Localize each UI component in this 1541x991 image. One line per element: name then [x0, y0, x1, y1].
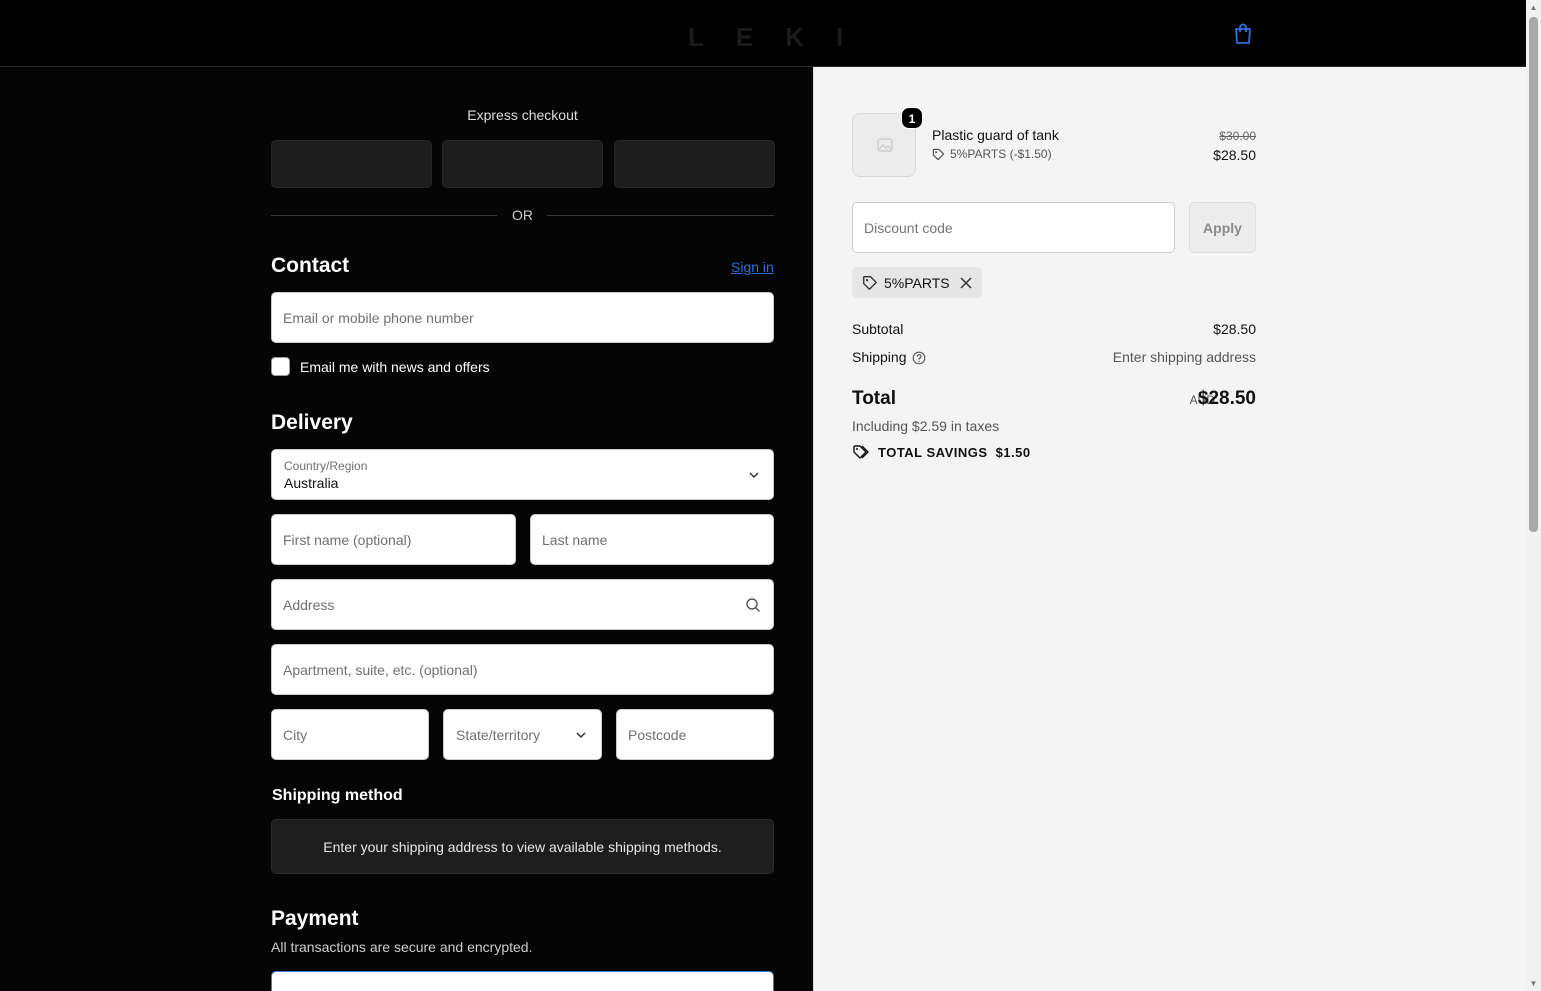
discounted-price: $28.50 [1213, 147, 1256, 163]
close-icon[interactable] [960, 276, 972, 289]
total-value: $28.50 [1197, 388, 1256, 409]
product-name: Plastic guard of tank [932, 127, 1059, 143]
apply-discount-button[interactable]: Apply [1189, 202, 1256, 253]
first-name-field[interactable] [271, 514, 516, 565]
subtotal-row: Subtotal $28.50 [852, 321, 1256, 337]
tag-icon [863, 275, 877, 290]
tag-icon [932, 148, 945, 160]
shipping-row: Shipping Enter shipping address [852, 349, 1256, 365]
divider-line [547, 215, 774, 216]
newsletter-checkbox[interactable] [271, 357, 290, 376]
tags-icon [853, 445, 869, 459]
first-name-input[interactable] [283, 515, 504, 564]
apartment-input[interactable] [283, 645, 762, 694]
original-price: $30.00 [1219, 129, 1256, 143]
discount-code-input[interactable] [864, 203, 1164, 252]
taxes-note: Including $2.59 in taxes [852, 418, 1000, 434]
last-name-field[interactable] [530, 514, 774, 565]
order-summary-panel: 1 Plastic guard of tank 5%PARTS (-$1.50)… [813, 67, 1526, 991]
city-input[interactable] [283, 710, 417, 759]
total-savings-value: $1.50 [995, 444, 1031, 460]
express-pay-button-1[interactable] [271, 140, 432, 188]
applied-discount-code: 5%PARTS [884, 274, 950, 291]
scroll-up-arrow[interactable]: ▲ [1529, 3, 1538, 12]
postcode-field[interactable] [616, 709, 774, 760]
total-label: Total [852, 388, 896, 409]
email-field[interactable] [271, 292, 774, 343]
header: LEKI [0, 0, 1526, 67]
state-placeholder: State/territory [456, 727, 541, 743]
page-scrollbar[interactable]: ▲ ▼ [1526, 0, 1541, 991]
express-checkout-title: Express checkout [467, 107, 578, 123]
address-field[interactable] [271, 579, 774, 630]
shipping-method-title: Shipping method [272, 787, 403, 804]
last-name-input[interactable] [542, 515, 762, 564]
country-select[interactable]: Country/Region Australia [271, 449, 774, 500]
payment-option-card[interactable] [271, 971, 774, 991]
shipping-method-notice: Enter your shipping address to view avai… [271, 819, 774, 874]
country-value: Australia [284, 475, 339, 491]
subtotal-label: Subtotal [852, 321, 904, 337]
express-pay-button-2[interactable] [442, 140, 603, 188]
shipping-label: Shipping [852, 349, 907, 365]
subtotal-value: $28.50 [1213, 321, 1256, 337]
help-icon[interactable] [912, 351, 926, 365]
scroll-down-arrow[interactable]: ▼ [1529, 979, 1538, 988]
or-divider: OR [271, 206, 774, 224]
state-select[interactable]: State/territory [443, 709, 602, 760]
shopping-bag-icon[interactable] [1233, 23, 1253, 45]
shipping-value: Enter shipping address [1112, 349, 1256, 365]
address-input[interactable] [283, 580, 762, 629]
discount-code-field[interactable] [852, 202, 1175, 253]
chevron-down-icon [749, 472, 759, 479]
total-savings: TOTAL SAVINGS $1.50 [852, 444, 1031, 460]
email-input[interactable] [283, 293, 762, 342]
scrollbar-thumb[interactable] [1529, 17, 1538, 532]
apartment-field[interactable] [271, 644, 774, 695]
applied-discount-chip: 5%PARTS [852, 267, 982, 298]
product-discount: 5%PARTS (-$1.50) [932, 147, 1052, 161]
postcode-input[interactable] [628, 710, 762, 759]
express-pay-button-3[interactable] [614, 140, 775, 188]
total-savings-label: TOTAL SAVINGS [878, 444, 988, 460]
city-field[interactable] [271, 709, 429, 760]
contact-title: Contact [271, 254, 350, 277]
payment-title: Payment [271, 907, 359, 930]
quantity-badge: 1 [901, 107, 923, 129]
store-logo[interactable]: LEKI [688, 22, 875, 53]
payment-subtitle: All transactions are secure and encrypte… [271, 939, 533, 955]
newsletter-label: Email me with news and offers [300, 359, 490, 375]
chevron-down-icon [576, 732, 586, 739]
delivery-title: Delivery [271, 411, 353, 434]
sign-in-link[interactable]: Sign in [731, 259, 774, 275]
image-placeholder-icon [877, 138, 893, 152]
country-label: Country/Region [284, 459, 368, 473]
search-icon[interactable] [745, 597, 761, 613]
product-discount-label: 5%PARTS (-$1.50) [950, 147, 1052, 161]
shipping-method-message: Enter your shipping address to view avai… [323, 839, 722, 855]
